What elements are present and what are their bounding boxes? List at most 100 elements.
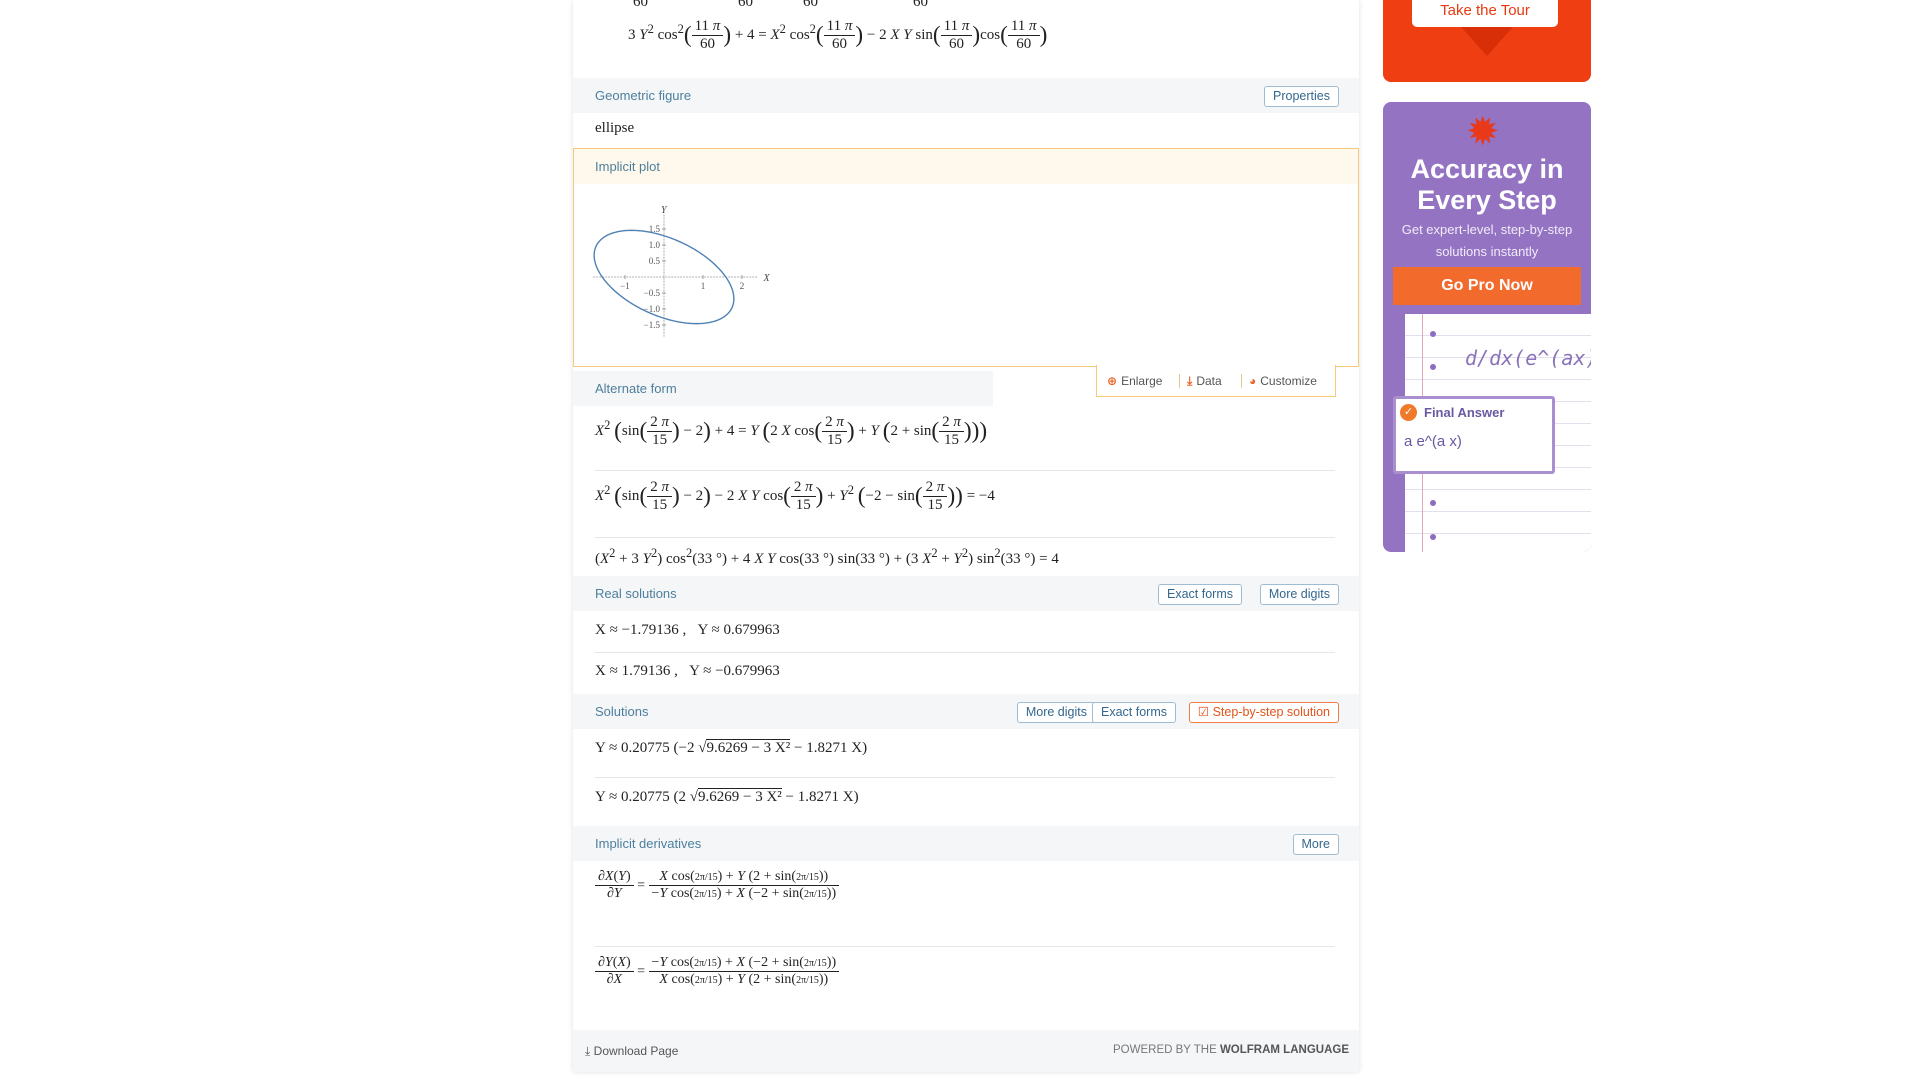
pro-ad[interactable]: ✹ Accuracy in Every Step Get expert-leve… [1383,102,1591,552]
derivative-text: d/dx(e^(ax)) [1465,346,1591,370]
palette-icon: ◕ [1249,374,1257,388]
equation-main: 3 Y2 cos2(11 π 60) + 4 = X2 cos2(11 π 60) … [628,18,1048,53]
solution-row: Y ≈ 0.20775 (2 √9.6269 − 3 X² − 1.8271 X… [573,778,1359,826]
pod-title: Geometric figure [595,88,692,103]
customize-label: Customize [1260,374,1317,388]
bullet-icon [1430,534,1436,540]
solution-postfix: − 1.8271 X [794,740,863,756]
pod-title: Real solutions [595,586,677,601]
powered-brand: WOLFRAM LANGUAGE [1219,1044,1349,1056]
final-answer-label: Final Answer [1424,405,1505,420]
real-solution-1: X ≈ −1.79136 , Y ≈ 0.679963 [595,622,780,639]
solution-prefix: Y ≈ 0.20775 [595,740,670,756]
magnifier-icon: ⊕ [1107,374,1118,388]
y-tick-label: −1.0 [644,304,661,314]
alternate-form-header: Alternate form [573,371,993,406]
y-tick-label: −1.5 [644,320,661,330]
solution-1: Y ≈ 0.20775 (−2 √9.6269 − 3 X² − 1.8271 … [595,739,868,756]
powered-prefix: POWERED BY THE [1113,1044,1217,1056]
derivative-row: ∂Y(X) ∂X = −Y cos(2π/15) + X (−2 + sin(2π… [573,947,1359,1030]
plot-toolbar: ⊕ Enlarge ⤓ Data ◕ Customize [1096,365,1336,397]
geometric-figure-value: ellipse [595,120,635,136]
customize-button[interactable]: ◕ Customize [1249,374,1317,388]
wolfram-star-icon: ✹ [1466,110,1500,154]
enlarge-label: Enlarge [1121,374,1163,388]
geometric-figure-row: ellipse [573,113,1359,148]
download-label: Download Page [593,1044,679,1058]
implicit-plot-header: Implicit plot [574,149,1358,184]
final-answer-card: ✓ Final Answer a e^(a x) [1393,396,1555,474]
data-button[interactable]: ⤓ Data [1187,374,1222,389]
equation-row: 60 60 60 60 3 Y2 cos2(11 π 60) + 4 = X2 cos2… [573,0,1359,78]
derivative-1: ∂X(Y) ∂Y = X cos(2π/15) + Y (2 + sin(2π/1… [595,869,840,902]
solution-x: X ≈ 1.79136 , [595,663,678,679]
x-tick-label: 2 [740,281,745,291]
pod-title: Solutions [595,704,649,719]
pod-title: Implicit derivatives [595,836,702,851]
real-solutions-header: Real solutions Exact forms More digits [573,576,1359,611]
properties-button[interactable]: Properties [1264,86,1339,107]
bullet-icon [1430,364,1436,370]
exact-forms-button[interactable]: Exact forms [1158,584,1242,605]
solution-y: Y ≈ 0.679963 [697,622,780,638]
solution-coef: −2 [678,740,695,756]
alternate-form-2: X2 (sin(2 π 15) − 2) − 2 X Y cos(2 π 15) +… [595,479,995,514]
results-footer: ⤓ Download Page POWERED BY THE WOLFRAM L… [573,1030,1359,1072]
alternate-form-row: X2 (sin(2 π 15) − 2) + 4 = Y (2 X cos(2 π… [573,406,1359,470]
solution-radicand: 9.6269 − 3 X² [698,788,782,805]
ad-headline: Accuracy in Every Step [1410,154,1564,215]
x-tick-label: −1 [620,281,630,291]
pod-title: Implicit plot [595,159,661,174]
download-icon: ⤓ [1187,374,1193,388]
x-tick-label: 1 [701,281,706,291]
final-answer-value: a e^(a x) [1404,433,1462,450]
implicit-derivatives-header: Implicit derivatives More [573,826,1359,861]
implicit-plot-graph[interactable]: −2−1121.51.00.5−0.5−1.0−1.5 X Y [592,185,792,365]
alternate-form-row: (X2 + 3 Y2) cos2(33 °) + 4 X Y cos(33 °)… [573,538,1359,576]
solution-y: Y ≈ −0.679963 [689,663,780,679]
go-pro-button[interactable]: Go Pro Now [1393,267,1581,305]
results-panel: 60 60 60 60 3 Y2 cos2(11 π 60) + 4 = X2 cos2… [573,0,1359,1072]
solution-radicand: 9.6269 − 3 X² [706,739,791,756]
download-page-link[interactable]: ⤓ Download Page [585,1044,678,1059]
geometric-figure-header: Geometric figure Properties [573,78,1359,113]
enlarge-button[interactable]: ⊕ Enlarge [1107,374,1162,388]
more-digits-button[interactable]: More digits [1259,584,1339,605]
step-by-step-label: Step-by-step solution [1212,705,1330,719]
download-icon: ⤓ [585,1044,591,1058]
alternate-form-row: X2 (sin(2 π 15) − 2) − 2 X Y cos(2 π 15) +… [573,471,1359,537]
real-solution-2: X ≈ 1.79136 , Y ≈ −0.679963 [595,663,780,680]
solution-2: Y ≈ 0.20775 (2 √9.6269 − 3 X² − 1.8271 X… [595,788,859,805]
data-label: Data [1196,374,1222,388]
take-tour-button[interactable]: Take the Tour [1412,0,1558,27]
step-by-step-button[interactable]: ☑ Step-by-step solution [1188,702,1339,723]
real-solution-row: X ≈ 1.79136 , Y ≈ −0.679963 [573,653,1359,694]
more-button[interactable]: More [1292,834,1339,855]
x-axis-label: X [763,273,771,284]
solutions-header: Solutions More digits Exact forms ☑ Step… [573,694,1359,729]
toolbar-divider [1179,374,1180,388]
solution-postfix: − 1.8271 X [785,789,854,805]
solution-prefix: Y ≈ 0.20775 [595,789,670,805]
bullet-icon [1430,500,1436,506]
derivative-2: ∂Y(X) ∂X = −Y cos(2π/15) + X (−2 + sin(2π… [595,955,840,988]
partial-fractions-top: 60 60 60 60 [633,0,928,10]
check-icon: ✓ [1400,404,1417,421]
real-solution-row: X ≈ −1.79136 , Y ≈ 0.679963 [573,611,1359,652]
solution-coef: 2 [678,789,687,805]
exact-forms-button[interactable]: Exact forms [1092,702,1176,723]
powered-by: POWERED BY THE WOLFRAM LANGUAGE [1113,1044,1349,1056]
derivative-row: ∂X(Y) ∂Y = X cos(2π/15) + Y (2 + sin(2π/1… [573,861,1359,946]
pod-title: Alternate form [595,381,677,396]
y-tick-label: 0.5 [649,256,661,266]
y-axis-label: Y [661,205,668,216]
implicit-plot-pod: Implicit plot −2−1121.51.00.5−0.5−1.0−1.… [573,148,1359,367]
checkbox-icon: ☑ [1197,705,1210,719]
more-digits-button[interactable]: More digits [1016,702,1096,723]
tour-ad[interactable]: Take the Tour [1383,0,1591,82]
y-tick-label: −0.5 [644,288,661,298]
alternate-form-1: X2 (sin(2 π 15) − 2) + 4 = Y (2 X cos(2 π… [595,414,988,449]
solution-row: Y ≈ 0.20775 (−2 √9.6269 − 3 X² − 1.8271 … [573,729,1359,777]
alternate-form-3: (X2 + 3 Y2) cos2(33 °) + 4 X Y cos(33 °)… [595,546,1059,567]
ad-subtitle: Get expert-level, step-by-step solutions… [1401,222,1573,259]
